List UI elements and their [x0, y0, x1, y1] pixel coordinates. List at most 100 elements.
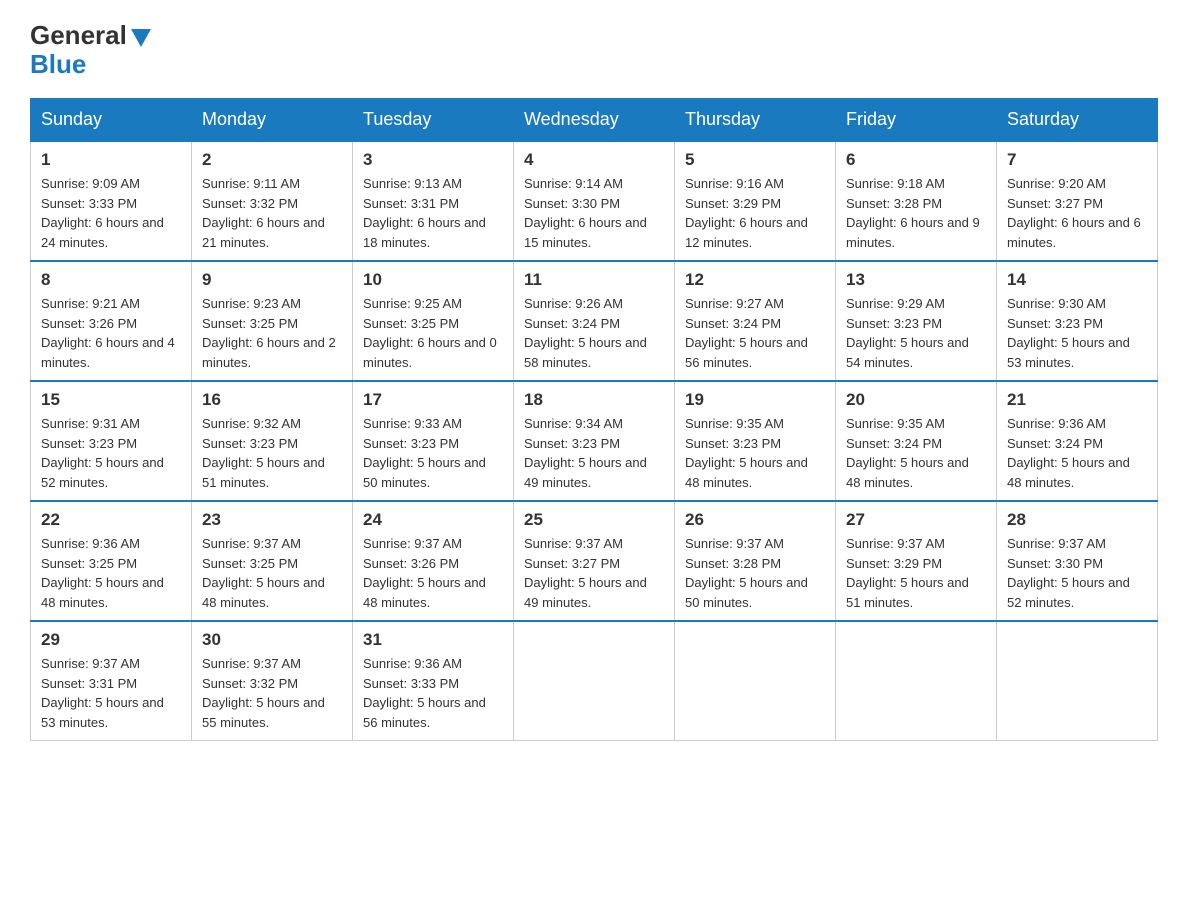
- calendar-cell: 4 Sunrise: 9:14 AM Sunset: 3:30 PM Dayli…: [514, 141, 675, 261]
- day-number: 29: [41, 630, 181, 650]
- day-number: 10: [363, 270, 503, 290]
- calendar-week-row-2: 8 Sunrise: 9:21 AM Sunset: 3:26 PM Dayli…: [31, 261, 1158, 381]
- day-info: Sunrise: 9:37 AM Sunset: 3:30 PM Dayligh…: [1007, 534, 1147, 612]
- day-info: Sunrise: 9:16 AM Sunset: 3:29 PM Dayligh…: [685, 174, 825, 252]
- calendar-cell: 28 Sunrise: 9:37 AM Sunset: 3:30 PM Dayl…: [997, 501, 1158, 621]
- calendar-cell: 31 Sunrise: 9:36 AM Sunset: 3:33 PM Dayl…: [353, 621, 514, 741]
- day-info: Sunrise: 9:35 AM Sunset: 3:24 PM Dayligh…: [846, 414, 986, 492]
- weekday-header-saturday: Saturday: [997, 99, 1158, 142]
- calendar-cell: 29 Sunrise: 9:37 AM Sunset: 3:31 PM Dayl…: [31, 621, 192, 741]
- day-info: Sunrise: 9:13 AM Sunset: 3:31 PM Dayligh…: [363, 174, 503, 252]
- day-number: 27: [846, 510, 986, 530]
- weekday-header-row: SundayMondayTuesdayWednesdayThursdayFrid…: [31, 99, 1158, 142]
- day-number: 28: [1007, 510, 1147, 530]
- weekday-header-wednesday: Wednesday: [514, 99, 675, 142]
- calendar-cell: [675, 621, 836, 741]
- calendar-cell: 22 Sunrise: 9:36 AM Sunset: 3:25 PM Dayl…: [31, 501, 192, 621]
- day-number: 30: [202, 630, 342, 650]
- day-info: Sunrise: 9:36 AM Sunset: 3:24 PM Dayligh…: [1007, 414, 1147, 492]
- day-info: Sunrise: 9:34 AM Sunset: 3:23 PM Dayligh…: [524, 414, 664, 492]
- calendar-table: SundayMondayTuesdayWednesdayThursdayFrid…: [30, 98, 1158, 741]
- page-header: General Blue: [30, 20, 1158, 80]
- day-number: 19: [685, 390, 825, 410]
- logo-blue-text: Blue: [30, 49, 86, 80]
- day-info: Sunrise: 9:37 AM Sunset: 3:28 PM Dayligh…: [685, 534, 825, 612]
- day-number: 16: [202, 390, 342, 410]
- day-info: Sunrise: 9:37 AM Sunset: 3:25 PM Dayligh…: [202, 534, 342, 612]
- day-info: Sunrise: 9:09 AM Sunset: 3:33 PM Dayligh…: [41, 174, 181, 252]
- calendar-week-row-4: 22 Sunrise: 9:36 AM Sunset: 3:25 PM Dayl…: [31, 501, 1158, 621]
- calendar-week-row-3: 15 Sunrise: 9:31 AM Sunset: 3:23 PM Dayl…: [31, 381, 1158, 501]
- day-number: 4: [524, 150, 664, 170]
- calendar-cell: [997, 621, 1158, 741]
- calendar-cell: 25 Sunrise: 9:37 AM Sunset: 3:27 PM Dayl…: [514, 501, 675, 621]
- calendar-week-row-1: 1 Sunrise: 9:09 AM Sunset: 3:33 PM Dayli…: [31, 141, 1158, 261]
- day-info: Sunrise: 9:37 AM Sunset: 3:32 PM Dayligh…: [202, 654, 342, 732]
- calendar-week-row-5: 29 Sunrise: 9:37 AM Sunset: 3:31 PM Dayl…: [31, 621, 1158, 741]
- day-number: 12: [685, 270, 825, 290]
- day-info: Sunrise: 9:20 AM Sunset: 3:27 PM Dayligh…: [1007, 174, 1147, 252]
- calendar-cell: 13 Sunrise: 9:29 AM Sunset: 3:23 PM Dayl…: [836, 261, 997, 381]
- day-info: Sunrise: 9:23 AM Sunset: 3:25 PM Dayligh…: [202, 294, 342, 372]
- day-number: 11: [524, 270, 664, 290]
- calendar-cell: 27 Sunrise: 9:37 AM Sunset: 3:29 PM Dayl…: [836, 501, 997, 621]
- weekday-header-friday: Friday: [836, 99, 997, 142]
- calendar-cell: 8 Sunrise: 9:21 AM Sunset: 3:26 PM Dayli…: [31, 261, 192, 381]
- day-number: 14: [1007, 270, 1147, 290]
- day-info: Sunrise: 9:30 AM Sunset: 3:23 PM Dayligh…: [1007, 294, 1147, 372]
- calendar-cell: 24 Sunrise: 9:37 AM Sunset: 3:26 PM Dayl…: [353, 501, 514, 621]
- logo-general-text: General: [30, 20, 127, 51]
- day-info: Sunrise: 9:11 AM Sunset: 3:32 PM Dayligh…: [202, 174, 342, 252]
- calendar-cell: 6 Sunrise: 9:18 AM Sunset: 3:28 PM Dayli…: [836, 141, 997, 261]
- calendar-cell: [836, 621, 997, 741]
- weekday-header-monday: Monday: [192, 99, 353, 142]
- day-info: Sunrise: 9:35 AM Sunset: 3:23 PM Dayligh…: [685, 414, 825, 492]
- day-info: Sunrise: 9:32 AM Sunset: 3:23 PM Dayligh…: [202, 414, 342, 492]
- calendar-cell: 5 Sunrise: 9:16 AM Sunset: 3:29 PM Dayli…: [675, 141, 836, 261]
- day-info: Sunrise: 9:31 AM Sunset: 3:23 PM Dayligh…: [41, 414, 181, 492]
- day-number: 21: [1007, 390, 1147, 410]
- day-info: Sunrise: 9:25 AM Sunset: 3:25 PM Dayligh…: [363, 294, 503, 372]
- calendar-cell: 15 Sunrise: 9:31 AM Sunset: 3:23 PM Dayl…: [31, 381, 192, 501]
- day-number: 2: [202, 150, 342, 170]
- day-info: Sunrise: 9:21 AM Sunset: 3:26 PM Dayligh…: [41, 294, 181, 372]
- calendar-cell: 19 Sunrise: 9:35 AM Sunset: 3:23 PM Dayl…: [675, 381, 836, 501]
- calendar-cell: 20 Sunrise: 9:35 AM Sunset: 3:24 PM Dayl…: [836, 381, 997, 501]
- day-number: 6: [846, 150, 986, 170]
- logo-arrow-icon: [131, 29, 151, 47]
- calendar-cell: 2 Sunrise: 9:11 AM Sunset: 3:32 PM Dayli…: [192, 141, 353, 261]
- day-info: Sunrise: 9:37 AM Sunset: 3:26 PM Dayligh…: [363, 534, 503, 612]
- day-number: 24: [363, 510, 503, 530]
- calendar-cell: 12 Sunrise: 9:27 AM Sunset: 3:24 PM Dayl…: [675, 261, 836, 381]
- weekday-header-tuesday: Tuesday: [353, 99, 514, 142]
- day-number: 18: [524, 390, 664, 410]
- day-info: Sunrise: 9:36 AM Sunset: 3:25 PM Dayligh…: [41, 534, 181, 612]
- calendar-cell: 10 Sunrise: 9:25 AM Sunset: 3:25 PM Dayl…: [353, 261, 514, 381]
- day-info: Sunrise: 9:37 AM Sunset: 3:29 PM Dayligh…: [846, 534, 986, 612]
- calendar-cell: 14 Sunrise: 9:30 AM Sunset: 3:23 PM Dayl…: [997, 261, 1158, 381]
- day-info: Sunrise: 9:18 AM Sunset: 3:28 PM Dayligh…: [846, 174, 986, 252]
- day-number: 9: [202, 270, 342, 290]
- day-info: Sunrise: 9:33 AM Sunset: 3:23 PM Dayligh…: [363, 414, 503, 492]
- day-info: Sunrise: 9:37 AM Sunset: 3:31 PM Dayligh…: [41, 654, 181, 732]
- day-number: 23: [202, 510, 342, 530]
- logo: General Blue: [30, 20, 151, 80]
- calendar-cell: 7 Sunrise: 9:20 AM Sunset: 3:27 PM Dayli…: [997, 141, 1158, 261]
- calendar-cell: 23 Sunrise: 9:37 AM Sunset: 3:25 PM Dayl…: [192, 501, 353, 621]
- day-number: 31: [363, 630, 503, 650]
- day-info: Sunrise: 9:37 AM Sunset: 3:27 PM Dayligh…: [524, 534, 664, 612]
- calendar-cell: 9 Sunrise: 9:23 AM Sunset: 3:25 PM Dayli…: [192, 261, 353, 381]
- day-number: 7: [1007, 150, 1147, 170]
- day-number: 26: [685, 510, 825, 530]
- day-number: 13: [846, 270, 986, 290]
- calendar-cell: 17 Sunrise: 9:33 AM Sunset: 3:23 PM Dayl…: [353, 381, 514, 501]
- day-number: 22: [41, 510, 181, 530]
- day-number: 20: [846, 390, 986, 410]
- day-number: 5: [685, 150, 825, 170]
- calendar-cell: 11 Sunrise: 9:26 AM Sunset: 3:24 PM Dayl…: [514, 261, 675, 381]
- weekday-header-thursday: Thursday: [675, 99, 836, 142]
- day-info: Sunrise: 9:27 AM Sunset: 3:24 PM Dayligh…: [685, 294, 825, 372]
- calendar-cell: 30 Sunrise: 9:37 AM Sunset: 3:32 PM Dayl…: [192, 621, 353, 741]
- day-info: Sunrise: 9:36 AM Sunset: 3:33 PM Dayligh…: [363, 654, 503, 732]
- calendar-cell: 3 Sunrise: 9:13 AM Sunset: 3:31 PM Dayli…: [353, 141, 514, 261]
